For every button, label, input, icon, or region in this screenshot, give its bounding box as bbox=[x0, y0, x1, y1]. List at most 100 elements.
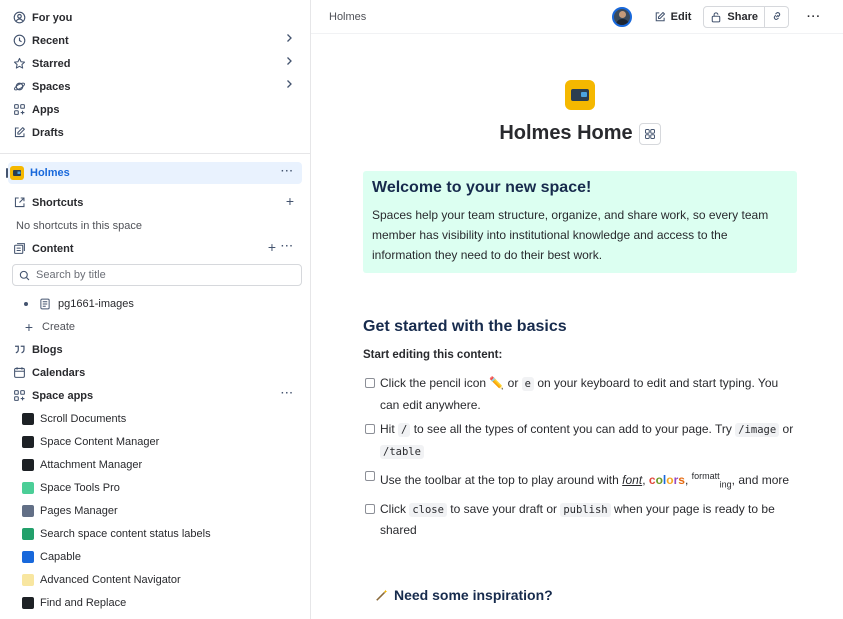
task-checkbox[interactable] bbox=[365, 424, 375, 434]
space-app-label: Advanced Content Navigator bbox=[40, 573, 181, 586]
copy-link-button[interactable] bbox=[765, 6, 789, 28]
search-input[interactable]: Search by title bbox=[12, 264, 302, 286]
star-icon bbox=[12, 57, 26, 71]
space-app-item[interactable]: Scroll Documents bbox=[8, 407, 302, 430]
quote-icon bbox=[12, 343, 26, 357]
task-checkbox[interactable] bbox=[365, 378, 375, 388]
space-app-label: Space Content Manager bbox=[40, 435, 160, 448]
sidebar-blogs[interactable]: Blogs bbox=[8, 338, 302, 361]
inspiration-heading: Need some inspiration? bbox=[375, 587, 553, 603]
bullet-icon bbox=[24, 301, 28, 306]
space-apps-label: Space apps bbox=[32, 389, 94, 402]
space-app-item[interactable]: Capable bbox=[8, 545, 302, 568]
page-icon bbox=[38, 297, 52, 311]
space-app-item[interactable]: Find and Replace bbox=[8, 591, 302, 614]
space-app-label: Scroll Documents bbox=[40, 412, 127, 425]
space-app-item[interactable]: Attachment Manager bbox=[8, 453, 302, 476]
space-app-item[interactable]: Advanced Content Navigator bbox=[8, 568, 302, 591]
sidebar-shortcuts[interactable]: Shortcuts + bbox=[8, 191, 302, 214]
share-button[interactable]: Share bbox=[703, 6, 765, 28]
welcome-body: Spaces help your team structure, organiz… bbox=[372, 208, 769, 262]
app-logo-icon bbox=[22, 573, 34, 586]
nav-starred[interactable]: Starred bbox=[8, 52, 302, 75]
app-logo-icon bbox=[22, 481, 34, 494]
create-button[interactable]: + Create bbox=[8, 315, 302, 338]
no-shortcuts-text: No shortcuts in this space bbox=[16, 219, 142, 232]
user-circle-icon bbox=[12, 11, 26, 25]
nav-apps[interactable]: Apps bbox=[8, 98, 302, 121]
edit-icon bbox=[12, 126, 26, 140]
title-row: Holmes Home bbox=[363, 122, 797, 145]
task-item: Click the pencil icon ✏️ or e on your ke… bbox=[365, 373, 797, 415]
nav-label: Spaces bbox=[32, 80, 71, 93]
chevron-right-icon[interactable] bbox=[284, 79, 294, 92]
nav-label: Drafts bbox=[32, 126, 64, 139]
task-checkbox[interactable] bbox=[365, 503, 375, 514]
sidebar-content[interactable]: Content + ··· bbox=[8, 237, 302, 260]
basics-heading: Get started with the basics bbox=[363, 318, 567, 335]
space-name: Holmes bbox=[30, 167, 70, 179]
space-avatar-icon bbox=[10, 166, 24, 180]
app-logo-icon bbox=[22, 435, 34, 448]
sidebar-calendars[interactable]: Calendars bbox=[8, 361, 302, 384]
nav-spaces[interactable]: Spaces bbox=[8, 75, 302, 98]
task-text: Use the toolbar at the top to play aroun… bbox=[380, 471, 790, 490]
more-options-icon[interactable]: ··· bbox=[281, 166, 294, 177]
task-text: Click close to save your draft or publis… bbox=[380, 501, 775, 538]
nav-for-you[interactable]: For you bbox=[8, 6, 302, 29]
calendars-label: Calendars bbox=[32, 366, 86, 379]
pencil-icon bbox=[654, 11, 666, 23]
page-actions: Edit Share ··· bbox=[611, 6, 827, 28]
space-apps-list: Scroll Documents Space Content Manager Att… bbox=[8, 407, 302, 614]
divider bbox=[0, 153, 310, 154]
space-app-item[interactable]: Pages Manager bbox=[8, 499, 302, 522]
space-app-item[interactable]: Search space content status labels bbox=[8, 522, 302, 545]
task-checkbox[interactable] bbox=[365, 471, 375, 481]
app-logo-icon bbox=[22, 412, 34, 425]
chevron-right-icon[interactable] bbox=[284, 56, 294, 69]
app-logo-icon bbox=[22, 504, 34, 517]
add-shortcut-icon[interactable]: + bbox=[286, 193, 294, 209]
app-logo-icon bbox=[22, 527, 34, 540]
create-label: Create bbox=[42, 320, 76, 333]
more-options-icon[interactable]: ··· bbox=[281, 388, 294, 399]
main-content: Holmes Edit Share ··· Holmes Home Welcom… bbox=[311, 0, 843, 619]
edit-label: Edit bbox=[670, 11, 692, 23]
avatar[interactable] bbox=[611, 7, 632, 27]
link-variant-icon[interactable] bbox=[638, 122, 661, 145]
breadcrumb[interactable]: Holmes bbox=[329, 11, 366, 23]
task-list: Click the pencil icon ✏️ or e on your ke… bbox=[365, 373, 797, 545]
task-item: Click close to save your draft or publis… bbox=[365, 499, 797, 541]
nav-label: Recent bbox=[32, 34, 69, 47]
start-editing-label: Start editing this content: bbox=[363, 349, 503, 361]
more-actions-icon[interactable]: ··· bbox=[801, 6, 827, 28]
page-tree-item[interactable]: pg1661-images bbox=[8, 292, 302, 315]
sidebar-space-holmes[interactable]: Holmes ··· bbox=[6, 162, 302, 184]
content-icon bbox=[12, 242, 26, 256]
space-app-label: Search space content status labels bbox=[40, 527, 211, 540]
apps-icon bbox=[12, 103, 26, 117]
search-placeholder: Search by title bbox=[36, 269, 106, 281]
lock-icon bbox=[710, 11, 722, 23]
space-app-label: Space Tools Pro bbox=[40, 481, 120, 494]
colors-word: colors bbox=[648, 473, 685, 487]
shortcut-icon bbox=[12, 196, 26, 210]
task-text: Click the pencil icon ✏️ or e on your ke… bbox=[380, 376, 779, 412]
apps-icon bbox=[12, 389, 26, 403]
app-logo-icon bbox=[22, 550, 34, 563]
more-options-icon[interactable]: ··· bbox=[281, 241, 294, 252]
space-app-item[interactable]: Space Content Manager bbox=[8, 430, 302, 453]
planet-icon bbox=[12, 80, 26, 94]
link-icon bbox=[771, 10, 783, 25]
add-content-icon[interactable]: + bbox=[268, 239, 276, 255]
sidebar-space-apps[interactable]: Space apps ··· bbox=[8, 384, 302, 407]
task-item: Hit / to see all the types of content yo… bbox=[365, 419, 797, 462]
nav-recent[interactable]: Recent bbox=[8, 29, 302, 52]
nav-label: Starred bbox=[32, 57, 71, 70]
edit-button[interactable]: Edit bbox=[648, 6, 698, 28]
chevron-right-icon[interactable] bbox=[284, 33, 294, 46]
space-app-item[interactable]: Space Tools Pro bbox=[8, 476, 302, 499]
calendar-icon bbox=[12, 366, 26, 380]
search-icon bbox=[19, 270, 30, 281]
nav-drafts[interactable]: Drafts bbox=[8, 121, 302, 144]
